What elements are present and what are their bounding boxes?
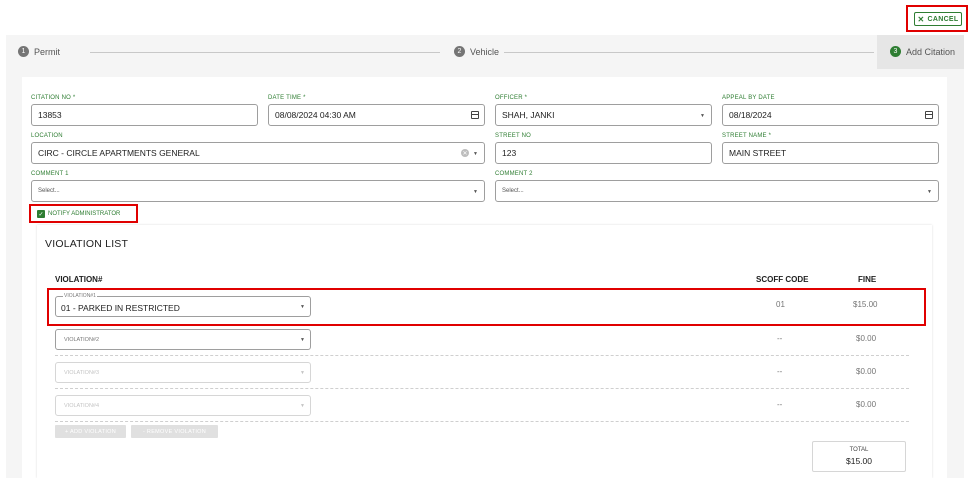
street-no-value: 123 [502,148,517,158]
calendar-icon[interactable] [925,111,933,119]
violation-4-select[interactable]: VIOLATION#4 ▼ [55,395,311,416]
stepper: 1 Permit 2 Vehicle 3 Add Citation [6,35,964,69]
chevron-down-icon: ▼ [300,403,305,409]
comment2-placeholder: Select... [502,188,524,194]
street-name-field[interactable]: MAIN STREET [722,142,939,164]
violation-3-fine: $0.00 [856,367,877,376]
total-label: TOTAL [849,447,869,453]
officer-select[interactable]: SHAH, JANKI ▼ [495,104,712,126]
violation-3-scoff: -- [777,367,783,376]
cancel-label: CANCEL [927,15,959,23]
row-divider [55,355,909,356]
step-add-citation[interactable]: 3 Add Citation [890,46,955,57]
comment1-select[interactable]: Select... ▼ [31,180,485,202]
comment1-placeholder: Select... [38,188,60,194]
chevron-down-icon: ▼ [300,370,305,376]
notify-highlight: ✓ NOTIFY ADMINISTRATOR [29,204,138,223]
total-value: $15.00 [846,456,872,466]
violation-2-placeholder: VIOLATION#2 [64,337,100,343]
violation-1-fine: $15.00 [853,300,878,309]
step-number: 2 [454,46,465,57]
violation-4-fine: $0.00 [856,400,877,409]
street-name-label: STREET NAME * [722,133,772,139]
remove-violation-button[interactable]: - REMOVE VIOLATION [131,425,218,438]
appeal-by-date-value: 08/18/2024 [729,110,772,120]
street-name-value: MAIN STREET [729,148,787,158]
violation-2-scoff: -- [777,334,783,343]
calendar-icon[interactable] [471,111,479,119]
cancel-highlight: ✕ CANCEL [906,5,968,32]
street-no-field[interactable]: 123 [495,142,712,164]
notify-label: NOTIFY ADMINISTRATOR [48,211,121,217]
chevron-down-icon: ▼ [300,304,305,310]
step-number: 3 [890,46,901,57]
scoff-code-header: SCOFF CODE [756,275,809,284]
clear-icon[interactable]: ✕ [461,149,469,157]
violation-1-select[interactable]: VIOLATION#1 01 - PARKED IN RESTRICTED ▼ [55,293,311,317]
comment2-select[interactable]: Select... ▼ [495,180,939,202]
violation-4-scoff: -- [777,400,783,409]
row-divider [55,388,909,389]
violation-4-placeholder: VIOLATION#4 [64,403,100,409]
citation-no-label: CITATION NO * [31,95,76,101]
step-connector [90,52,440,53]
step-label: Vehicle [470,46,500,57]
total-box: TOTAL $15.00 [812,441,906,472]
violation-list-title: VIOLATION LIST [45,238,129,250]
violation-2-fine: $0.00 [856,334,877,343]
step-number: 1 [18,46,29,57]
appeal-by-date-label: APPEAL BY DATE [722,95,775,101]
step-vehicle[interactable]: 2 Vehicle [454,46,499,57]
chevron-down-icon: ▼ [700,113,705,119]
street-no-label: STREET NO [495,133,532,139]
violation-3-select[interactable]: VIOLATION#3 ▼ [55,362,311,383]
officer-label: OFFICER * [495,95,528,101]
date-time-field[interactable]: 08/08/2024 04:30 AM [268,104,485,126]
notify-administrator-checkbox[interactable]: ✓ NOTIFY ADMINISTRATOR [37,210,120,218]
chevron-down-icon: ▼ [300,337,305,343]
violation-3-placeholder: VIOLATION#3 [64,370,100,376]
add-violation-button[interactable]: + ADD VIOLATION [55,425,126,438]
location-value: CIRC - CIRCLE APARTMENTS GENERAL [38,148,200,158]
violation-header: VIOLATION# [55,275,103,284]
violation-1-scoff: 01 [776,300,785,309]
close-icon: ✕ [917,14,925,24]
violation-2-select[interactable]: VIOLATION#2 ▼ [55,329,311,350]
step-label: Add Citation [906,46,956,57]
officer-value: SHAH, JANKI [502,110,555,120]
row-divider [55,421,909,422]
appeal-by-date-field[interactable]: 08/18/2024 [722,104,939,126]
cancel-button[interactable]: ✕ CANCEL [914,12,962,26]
location-select[interactable]: CIRC - CIRCLE APARTMENTS GENERAL ✕ ▼ [31,142,485,164]
citation-page: ✕ CANCEL 1 Permit 2 Vehicle 3 Add Citati… [0,0,975,478]
step-connector [504,52,874,53]
step-permit[interactable]: 1 Permit [18,46,60,57]
chevron-down-icon: ▼ [927,189,932,195]
step-label: Permit [34,46,61,57]
chevron-down-icon: ▼ [473,189,478,195]
citation-no-field[interactable]: 13853 [31,104,258,126]
date-time-label: DATE TIME * [268,95,306,101]
date-time-value: 08/08/2024 04:30 AM [275,110,356,120]
comment1-label: COMMENT 1 [31,171,69,177]
violation-list-card [37,225,932,478]
fine-header: FINE [858,275,877,284]
chevron-down-icon: ▼ [473,151,478,157]
violation-1-label: VIOLATION#1 [63,293,97,299]
violation-1-value: 01 - PARKED IN RESTRICTED [61,303,180,313]
location-label: LOCATION [31,133,63,139]
checkmark-icon: ✓ [37,210,45,218]
citation-no-value: 13853 [38,110,62,120]
comment2-label: COMMENT 2 [495,171,533,177]
